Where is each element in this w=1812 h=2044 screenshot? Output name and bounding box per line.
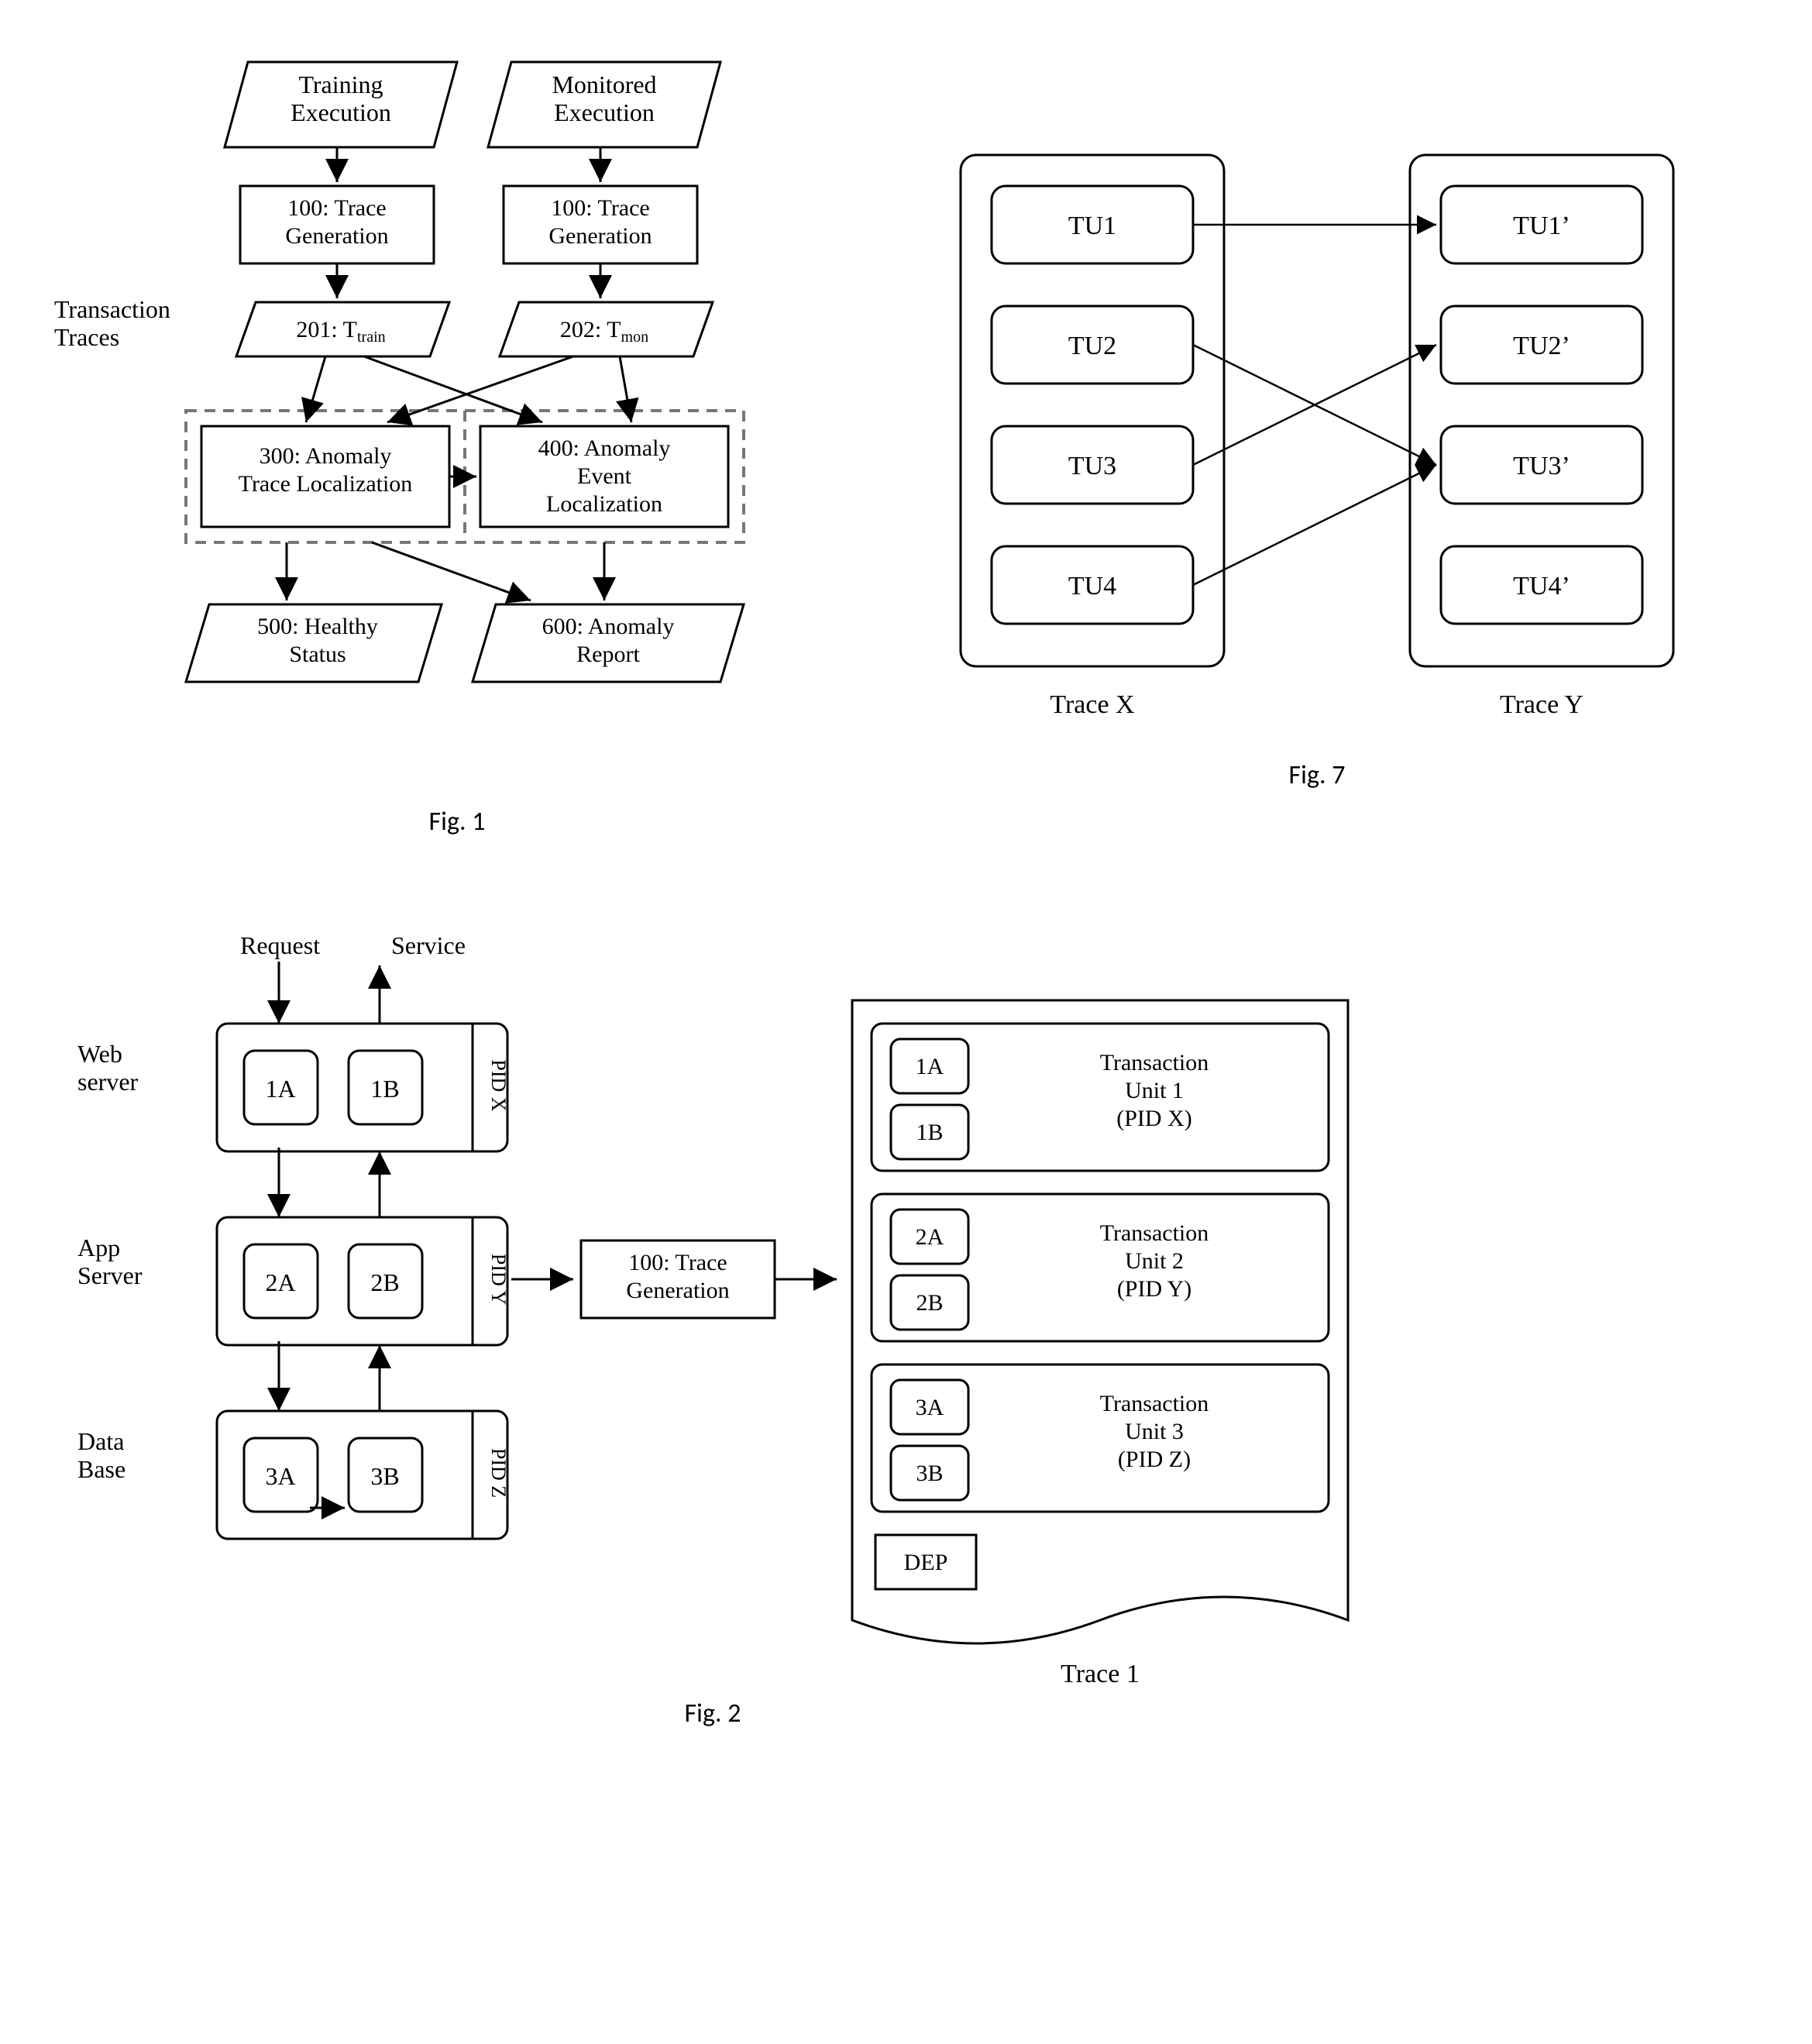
service-label: Service <box>391 931 466 959</box>
tracey-node-3-label: TU4’ <box>1513 572 1570 600</box>
trace-gen-right-node: 100: TraceGeneration <box>504 186 697 263</box>
tracex-node-1-label: TU2 <box>1068 332 1116 360</box>
t-mon-node: 202: Tmon <box>500 302 713 356</box>
fig1-svg: TrainingExecution MonitoredExecution 100… <box>31 31 883 806</box>
dep-text: DEP <box>904 1550 948 1575</box>
fig2-caption: Fig. 2 <box>31 1698 1394 1729</box>
cell-label-3B: 3B <box>370 1462 399 1490</box>
svg-text:3A: 3A <box>916 1395 944 1420</box>
arrow-icon <box>620 356 631 422</box>
cell-label-1B: 1B <box>370 1075 399 1103</box>
trace1-doc: 1A1BTransactionUnit 1(PID X)2A2BTransact… <box>852 1000 1348 1643</box>
trace-gen-left-node: 100: TraceGeneration <box>240 186 434 263</box>
trace1-label: Trace 1 <box>1061 1660 1140 1688</box>
training-execution-l1: TrainingExecution <box>291 71 391 126</box>
tracex-node-2-label: TU3 <box>1068 452 1116 480</box>
cell-label-1A: 1A <box>265 1075 295 1103</box>
tracey-label: Trace Y <box>1500 690 1583 719</box>
arrow-icon <box>387 356 573 422</box>
tracex-label: Trace X <box>1050 690 1134 719</box>
fig7-caption: Fig. 7 <box>930 759 1704 791</box>
database-label: DataBase <box>77 1427 125 1483</box>
ael-node: 400: AnomalyEventLocalization <box>480 426 728 527</box>
fig2-svg: Request Service Webserver AppServer Data… <box>31 907 1394 1698</box>
svg-text:1A: 1A <box>916 1054 944 1079</box>
cell-label-2A: 2A <box>265 1268 295 1296</box>
fig2-container: Request Service Webserver AppServer Data… <box>31 907 1781 1729</box>
t-train-node: 201: Ttrain <box>236 302 449 356</box>
appserver-label: AppServer <box>77 1234 143 1289</box>
fig7-container: TU1 TU2 TU3 TU4 TU1’ TU2’ TU3’ TU4’ Trace X Tra… <box>930 124 1704 791</box>
svg-text:1B: 1B <box>916 1120 943 1145</box>
transaction-traces-label: TransactionTraces <box>54 295 170 351</box>
healthy-node: 500: HealthyStatus <box>186 604 442 682</box>
request-label: Request <box>240 931 320 959</box>
report-node: 600: AnomalyReport <box>473 604 744 682</box>
training-execution-node: TrainingExecution <box>225 62 457 147</box>
fig7-svg: TU1 TU2 TU3 TU4 TU1’ TU2’ TU3’ TU4’ Trace X Tra… <box>930 124 1704 759</box>
tracey-node-0-label: TU1’ <box>1513 212 1570 240</box>
tracey-node-1-label: TU2’ <box>1513 332 1570 360</box>
tracex-node-3-label: TU4 <box>1068 572 1116 600</box>
monitored-execution-l1: MonitoredExecution <box>552 71 656 126</box>
webserver-label: Webserver <box>77 1040 139 1096</box>
tracex-node-0-label: TU1 <box>1068 212 1116 240</box>
svg-text:2A: 2A <box>916 1224 944 1250</box>
pidy-label: PID Y <box>487 1254 510 1305</box>
mapping-arrow-icon <box>1193 465 1436 585</box>
fig1-caption: Fig. 1 <box>31 806 883 838</box>
svg-text:2B: 2B <box>916 1290 943 1316</box>
arrow-icon <box>372 542 531 600</box>
arrow-icon <box>306 356 325 422</box>
fig1-container: TrainingExecution MonitoredExecution 100… <box>31 31 883 838</box>
cell-label-3A: 3A <box>265 1462 295 1490</box>
pidz-label: PID Z <box>487 1448 510 1498</box>
svg-text:3B: 3B <box>916 1461 943 1486</box>
atl-node: 300: AnomalyTrace Localization <box>201 426 449 527</box>
arrow-icon <box>364 356 542 422</box>
pidx-label: PID X <box>487 1059 510 1111</box>
cell-label-2B: 2B <box>370 1268 399 1296</box>
tracey-node-2-label: TU3’ <box>1513 452 1570 480</box>
monitored-execution-node: MonitoredExecution <box>488 62 720 147</box>
